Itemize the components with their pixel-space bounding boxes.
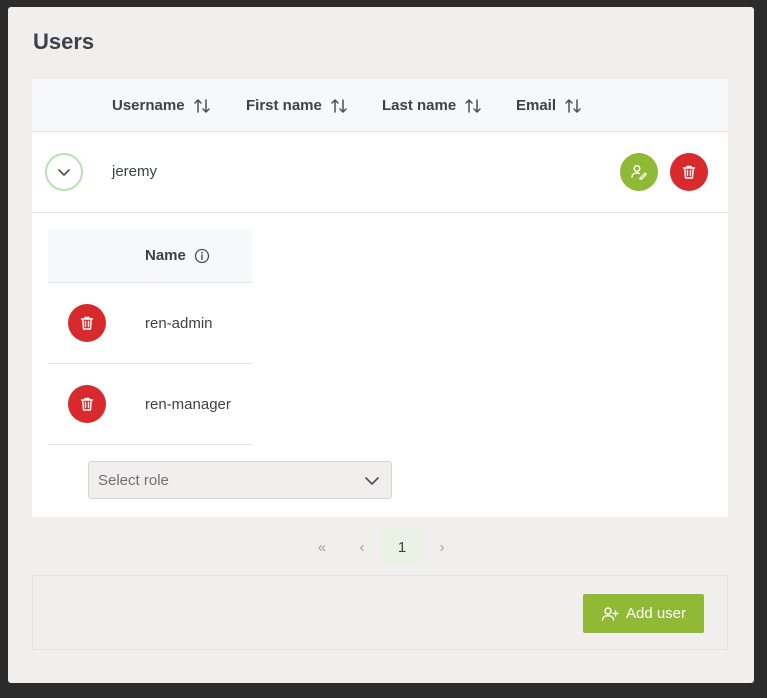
edit-user-icon	[631, 165, 647, 180]
delete-user-button[interactable]	[670, 153, 708, 191]
sort-icon	[565, 98, 581, 113]
column-email[interactable]: Email	[516, 79, 582, 132]
column-label: Last name	[382, 97, 457, 114]
next-page-button[interactable]: ›	[422, 528, 462, 566]
table-header: Username First name Last name Email	[32, 79, 728, 132]
remove-role-button[interactable]	[68, 304, 106, 342]
trash-icon	[80, 316, 94, 330]
add-user-icon	[601, 606, 619, 621]
role-name: ren-admin	[145, 315, 213, 332]
pagination: « ‹ 1 ›	[302, 528, 462, 566]
chevron-down-icon	[58, 169, 70, 176]
column-label: First name	[246, 97, 322, 114]
trash-icon	[80, 397, 94, 411]
column-username[interactable]: Username	[112, 79, 211, 132]
footer: Add user	[32, 575, 728, 650]
users-card: Users Username First name Last name Emai…	[8, 7, 754, 683]
role-row: ren-admin	[48, 283, 252, 364]
column-label: Name	[145, 247, 186, 264]
roles-name-column: Name	[145, 247, 210, 264]
username-cell: jeremy	[112, 163, 158, 180]
column-last-name[interactable]: Last name	[382, 79, 482, 132]
info-icon[interactable]	[194, 248, 210, 264]
column-label: Username	[112, 97, 185, 114]
sort-icon	[193, 98, 210, 113]
remove-role-button[interactable]	[68, 385, 106, 423]
first-page-button[interactable]: «	[302, 528, 342, 566]
table-row: jeremy	[32, 132, 728, 213]
add-user-label: Add user	[625, 605, 687, 622]
roles-header: Name	[48, 230, 252, 283]
chevron-down-icon	[365, 477, 379, 485]
expand-row-button[interactable]	[45, 153, 83, 191]
edit-user-button[interactable]	[620, 153, 658, 191]
column-first-name[interactable]: First name	[246, 79, 348, 132]
prev-page-button[interactable]: ‹	[342, 528, 382, 566]
users-table: Username First name Last name Email jere…	[32, 79, 728, 517]
role-row: ren-manager	[48, 364, 252, 445]
role-name: ren-manager	[145, 396, 231, 413]
sort-icon	[465, 98, 481, 113]
page-title: Users	[33, 29, 95, 54]
user-roles-table: Name ren-admin ren-manager	[48, 230, 252, 445]
add-user-button[interactable]: Add user	[583, 594, 704, 633]
trash-icon	[682, 165, 696, 179]
column-label: Email	[516, 97, 557, 114]
select-role-dropdown[interactable]: Select role	[88, 461, 392, 499]
page-number-button[interactable]: 1	[382, 528, 422, 566]
select-role-placeholder: Select role	[98, 471, 169, 489]
sort-icon	[331, 98, 347, 113]
